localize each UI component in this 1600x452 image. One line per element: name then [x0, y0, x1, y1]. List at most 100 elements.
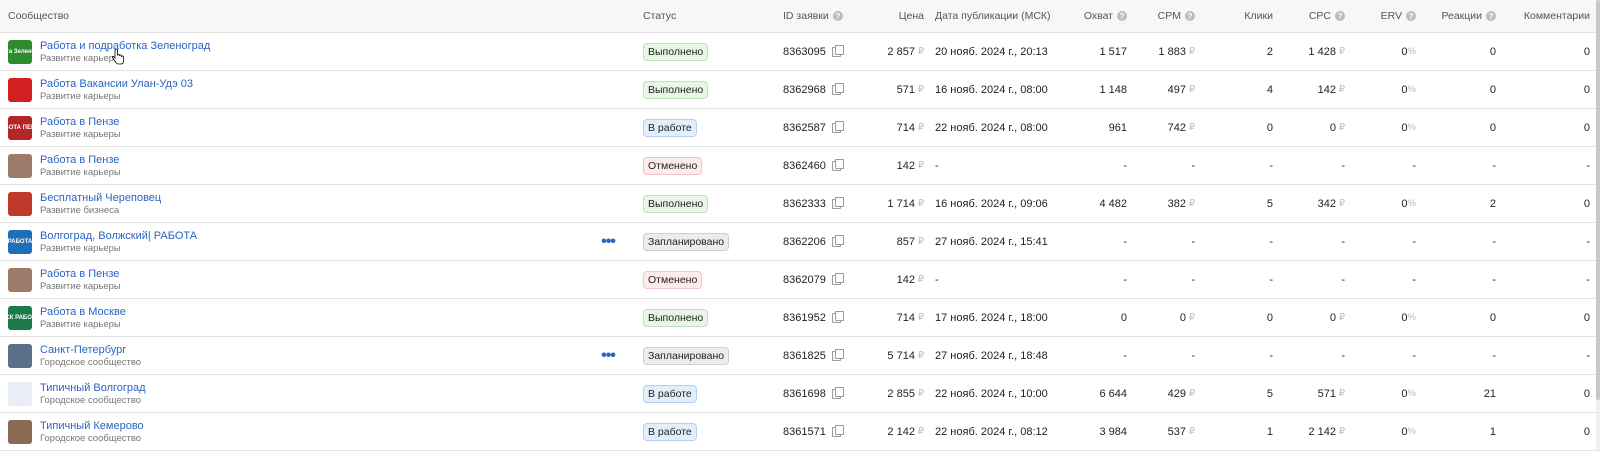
status-badge: В работе [643, 118, 697, 137]
community-avatar[interactable]: РАБОТА [8, 229, 32, 254]
clicks-cell: - [1215, 337, 1273, 374]
copy-icon[interactable] [831, 424, 844, 437]
cpc-value: 342 [1317, 197, 1336, 210]
community-avatar[interactable] [8, 267, 32, 292]
community-name-link[interactable]: Работа в Пензе [40, 116, 121, 129]
table-row[interactable]: Работа Вакансии Улан-Удэ 03 Развитие карь… [0, 71, 1600, 109]
community-name-link[interactable]: Санкт-Петербург [40, 344, 141, 357]
clicks-value: 4 [1266, 83, 1273, 96]
copy-icon[interactable] [831, 310, 844, 323]
table-row[interactable]: РАБОТА ПЕНЗА Работа в ПензеРазвитие карье… [0, 109, 1600, 147]
help-icon[interactable]: ? [1486, 11, 1496, 21]
community-name-link[interactable]: Типичный Волгоград [40, 382, 146, 395]
help-icon[interactable]: ? [832, 11, 843, 21]
community-avatar[interactable] [8, 343, 32, 368]
community-name-link[interactable]: Работа в Пензе [40, 154, 121, 167]
id-cell: 8361952 [783, 299, 863, 336]
copy-icon[interactable] [831, 44, 844, 57]
status-cell: Выполнено [643, 299, 753, 336]
reactions-cell: 1 [1420, 413, 1496, 450]
help-icon[interactable]: ? [1335, 11, 1345, 21]
vertical-scrollbar[interactable] [1596, 0, 1600, 452]
table-row[interactable]: Типичный Волгоград Городское сообщество В … [0, 375, 1600, 413]
header-reactions[interactable]: Реакции? [1420, 0, 1496, 32]
table-row[interactable]: МСК РАБОТА Работа в МосквеРазвитие карьер… [0, 299, 1600, 337]
header-reach-label: Охват [1083, 10, 1113, 22]
table-row[interactable]: Работа в Пензе Развитие карьеры Отменено 83… [0, 261, 1600, 299]
more-dots-icon[interactable]: ••• [601, 347, 616, 365]
table-row[interactable]: Типичный Кемерово Городское сообщество В р… [0, 413, 1600, 451]
table-row[interactable]: Бесплатный Череповец Развитие бизнеса Выпо… [0, 185, 1600, 223]
price-value: 142 [896, 159, 915, 172]
table-row[interactable]: Работа в Пензе Развитие карьеры Отменено 83… [0, 147, 1600, 185]
header-erv[interactable]: ERV? [1350, 0, 1416, 32]
clicks-value: - [1269, 235, 1273, 248]
header-id[interactable]: ID заявки? [783, 0, 863, 32]
more-dots-icon[interactable]: ••• [601, 233, 616, 251]
community-avatar[interactable] [8, 381, 32, 406]
status-cell: Выполнено [643, 71, 753, 108]
header-cpm[interactable]: CPM? [1135, 0, 1195, 32]
price-cell: 2 855 ₽ [858, 375, 924, 412]
request-id: 8361698 [783, 387, 826, 400]
reach-value: - [1123, 235, 1127, 248]
community-name-link[interactable]: Типичный Кемерово [40, 420, 144, 433]
copy-icon[interactable] [831, 196, 844, 209]
community-name-link[interactable]: Бесплатный Череповец [40, 192, 161, 205]
community-avatar[interactable]: МСК РАБОТА [8, 305, 32, 330]
more-actions[interactable]: ••• [596, 337, 620, 374]
reach-value: 4 482 [1099, 197, 1127, 210]
percent-symbol: % [1407, 122, 1416, 133]
copy-icon[interactable] [831, 348, 844, 361]
scrollbar-thumb[interactable] [1596, 0, 1600, 400]
header-community[interactable]: Сообщество [8, 0, 588, 32]
reactions-cell: - [1420, 147, 1496, 184]
community-avatar[interactable] [8, 419, 32, 444]
more-actions[interactable]: ••• [596, 223, 620, 260]
header-clicks[interactable]: Клики [1215, 0, 1273, 32]
help-icon[interactable]: ? [1117, 11, 1127, 21]
status-badge: Выполнено [643, 194, 709, 213]
copy-icon[interactable] [831, 158, 844, 171]
copy-icon[interactable] [831, 82, 844, 95]
erv-cell: 0% [1350, 185, 1416, 222]
community-avatar[interactable] [8, 153, 32, 178]
erv-cell: 0% [1350, 71, 1416, 108]
status-cell: Отменено [643, 147, 753, 184]
community-avatar[interactable]: РАБОТА ПЕНЗА [8, 115, 32, 140]
price-cell: 142 ₽ [858, 261, 924, 298]
header-reach[interactable]: Охват? [1050, 0, 1127, 32]
community-avatar[interactable] [8, 77, 32, 102]
copy-icon[interactable] [831, 386, 844, 399]
community-name-link[interactable]: Волгоград, Волжский| РАБОТА [40, 230, 197, 243]
header-price[interactable]: Цена [858, 0, 924, 32]
community-name-link[interactable]: Работа в Москве [40, 306, 126, 319]
table-row[interactable]: Санкт-Петербург Городское сообщество ••• За… [0, 337, 1600, 375]
reach-value: 1 517 [1099, 45, 1127, 58]
copy-icon[interactable] [831, 234, 844, 247]
community-avatar[interactable]: Работа Зеленоград [8, 39, 32, 64]
reach-cell: 0 [1050, 299, 1127, 336]
community-avatar[interactable] [8, 191, 32, 216]
header-status[interactable]: Статус [643, 0, 753, 32]
header-cpc[interactable]: CPC? [1280, 0, 1345, 32]
community-name-link[interactable]: Работа и подработка Зеленоград [40, 40, 210, 53]
header-comments[interactable]: Комментарии [1500, 0, 1590, 32]
id-cell: 8362460 [783, 147, 863, 184]
copy-icon[interactable] [831, 272, 844, 285]
cpm-cell: 429 ₽ [1135, 375, 1195, 412]
community-name-link[interactable]: Работа Вакансии Улан-Удэ 03 [40, 78, 193, 91]
community-name-link[interactable]: Работа в Пензе [40, 268, 121, 281]
copy-icon[interactable] [831, 120, 844, 133]
help-icon[interactable]: ? [1185, 11, 1195, 21]
clicks-value: 0 [1266, 121, 1273, 134]
price-value: 2 857 [887, 45, 915, 58]
header-clicks-label: Клики [1244, 10, 1273, 22]
status-cell: В работе [643, 413, 753, 450]
comments-cell: - [1500, 223, 1590, 260]
help-icon[interactable]: ? [1406, 11, 1416, 21]
table-row[interactable]: РАБОТА Волгоград, Волжский| РАБОТА Развити… [0, 223, 1600, 261]
hand-cursor-icon [111, 49, 124, 65]
table-row[interactable]: Работа Зеленоград Работа и подработка Зел… [0, 33, 1600, 71]
cpm-value: - [1191, 159, 1195, 172]
